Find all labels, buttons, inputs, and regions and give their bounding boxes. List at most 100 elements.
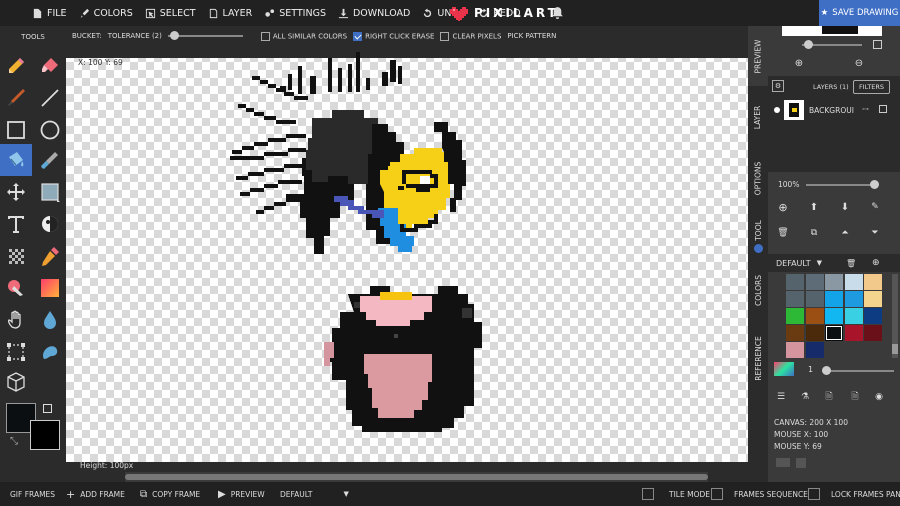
clear-pixels-checkbox[interactable] [440, 31, 450, 41]
layer-lock-icon[interactable]: ⊶ [862, 105, 869, 113]
layer-select-checkbox[interactable] [879, 105, 887, 113]
layer-visibility-dot[interactable] [774, 107, 780, 113]
palette-swatch[interactable] [864, 342, 882, 358]
rectangle-tool[interactable] [0, 114, 32, 146]
brush-tool[interactable] [0, 82, 32, 114]
menu-select[interactable]: SELECT [139, 0, 202, 26]
palette-swatch[interactable] [825, 308, 843, 324]
move-layer-down-button[interactable]: ⬇ [838, 200, 852, 214]
drawing-canvas[interactable] [66, 46, 748, 472]
brush-size-slider-knob[interactable] [822, 366, 831, 375]
hand-tool[interactable] [0, 304, 32, 336]
menu-colors[interactable]: COLORS [73, 0, 139, 26]
delete-layer-button[interactable]: 🗑 [776, 226, 790, 240]
move-tool[interactable] [0, 176, 32, 208]
tolerance-slider-knob[interactable] [169, 31, 179, 40]
lock-frames-panel-checkbox[interactable] [808, 488, 820, 500]
menu-layer[interactable]: LAYER [202, 0, 259, 26]
tab-preview[interactable]: PREVIEW [748, 26, 768, 86]
scrollbar-thumb[interactable] [125, 474, 708, 480]
horizontal-scrollbar[interactable] [125, 472, 708, 482]
palette-swatch[interactable] [825, 291, 843, 307]
pencil-tool[interactable] [0, 50, 32, 82]
frames-sequence-option[interactable]: FRAMES SEQUENCE [711, 482, 808, 506]
secondary-color-swatch[interactable] [30, 420, 60, 450]
fps-select[interactable]: DEFAULT ▼ [280, 482, 349, 506]
clear-pixels-option[interactable]: CLEAR PIXELS [440, 31, 501, 41]
palette-swatch[interactable] [864, 325, 882, 341]
duplicate-layer-button[interactable]: ⧉ [807, 226, 821, 240]
image-button[interactable]: 🗎 [848, 390, 862, 404]
palette-swatch[interactable] [844, 325, 863, 341]
palette-swatch[interactable] [786, 274, 804, 290]
color-eraser-tool[interactable] [0, 272, 32, 304]
menu-settings[interactable]: SETTINGS [258, 0, 332, 26]
delete-palette-icon[interactable]: 🗑 [846, 259, 856, 268]
layer-settings-button[interactable]: ⚙ [772, 80, 784, 92]
preview-toggle-checkbox[interactable] [873, 40, 882, 49]
palette-swatch[interactable] [844, 274, 863, 290]
swap-colors-icon[interactable]: ⤡ [10, 436, 18, 447]
eraser-tool[interactable] [34, 50, 66, 82]
palette-swatch[interactable] [864, 274, 882, 290]
menu-file[interactable]: FILE [26, 0, 73, 26]
tile-mode-option[interactable]: TILE MODE [642, 482, 710, 506]
all-similar-colors-checkbox[interactable] [260, 31, 270, 41]
effects-button[interactable]: ⚗ [798, 390, 812, 404]
palette-swatch[interactable] [786, 342, 804, 358]
add-frame-button[interactable]: + ADD FRAME [66, 482, 125, 506]
export-button[interactable]: 🗎 [822, 390, 836, 404]
edit-layer-button[interactable]: ✎ [868, 200, 882, 214]
3d-cube-tool[interactable] [0, 366, 32, 398]
tab-options[interactable]: OPTIONS [748, 150, 768, 206]
keyboard-icon[interactable] [776, 458, 790, 467]
lock-frames-panel-option[interactable]: LOCK FRAMES PANEL [808, 482, 900, 506]
brush-size-slider[interactable] [822, 366, 894, 375]
palette-swatch[interactable] [805, 342, 824, 358]
palette-swatch[interactable] [844, 342, 863, 358]
save-drawing-button[interactable]: ★ SAVE DRAWING [819, 0, 900, 26]
notification-bell-icon[interactable] [551, 6, 564, 19]
right-click-erase-checkbox[interactable] [353, 31, 363, 41]
frames-sequence-checkbox[interactable] [711, 488, 723, 500]
palette-swatch[interactable] [844, 308, 863, 324]
tab-colors[interactable]: COLORS [748, 258, 768, 322]
eyedropper-tool[interactable] [34, 144, 66, 176]
palette-swatch[interactable] [805, 274, 824, 290]
circle-tool[interactable] [34, 114, 66, 146]
select-box-tool[interactable] [34, 176, 66, 208]
merge-down-button[interactable]: ⏷ [868, 226, 882, 240]
preview-zoom-slider[interactable] [802, 40, 862, 49]
copy-frame-button[interactable]: ⧉ COPY FRAME [140, 482, 200, 506]
palette-swatch[interactable] [805, 291, 824, 307]
palette-scrollbar[interactable] [892, 274, 898, 358]
palette-swatch[interactable] [786, 308, 804, 324]
tile-mode-checkbox[interactable] [642, 488, 654, 500]
color-replace-tool[interactable] [34, 240, 66, 272]
menu-download[interactable]: DOWNLOAD [332, 0, 416, 26]
shading-tool[interactable] [34, 208, 66, 240]
layer-row[interactable]: BACKGROUI ⊶ [768, 96, 900, 124]
add-color-icon[interactable]: ⊕ [872, 258, 880, 268]
palette-scrollbar-thumb[interactable] [892, 344, 898, 354]
right-click-erase-option[interactable]: RIGHT CLICK ERASE [353, 31, 434, 41]
palette-swatch[interactable] [864, 308, 882, 324]
palette-swatch[interactable] [825, 342, 843, 358]
target-button[interactable]: ◉ [872, 390, 886, 404]
dither-tool[interactable] [0, 240, 32, 272]
reset-colors-icon[interactable] [43, 404, 52, 413]
preview-button[interactable]: ▶ PREVIEW [218, 482, 265, 506]
palette-swatch[interactable] [805, 308, 824, 324]
palette-swatch[interactable] [786, 291, 804, 307]
layer-opacity-slider[interactable] [806, 180, 879, 189]
blur-tool[interactable] [34, 304, 66, 336]
add-layer-button[interactable]: ⊕ [776, 200, 790, 214]
all-similar-colors-option[interactable]: ALL SIMILAR COLORS [260, 31, 347, 41]
palette-swatch[interactable] [786, 325, 804, 341]
tab-layer[interactable]: LAYER [748, 88, 768, 146]
palette-swatch[interactable] [825, 274, 843, 290]
palette-swatch[interactable] [844, 291, 863, 307]
merge-up-button[interactable]: ⏶ [838, 226, 852, 240]
line-tool[interactable] [34, 82, 66, 114]
tolerance-slider[interactable] [167, 31, 243, 40]
